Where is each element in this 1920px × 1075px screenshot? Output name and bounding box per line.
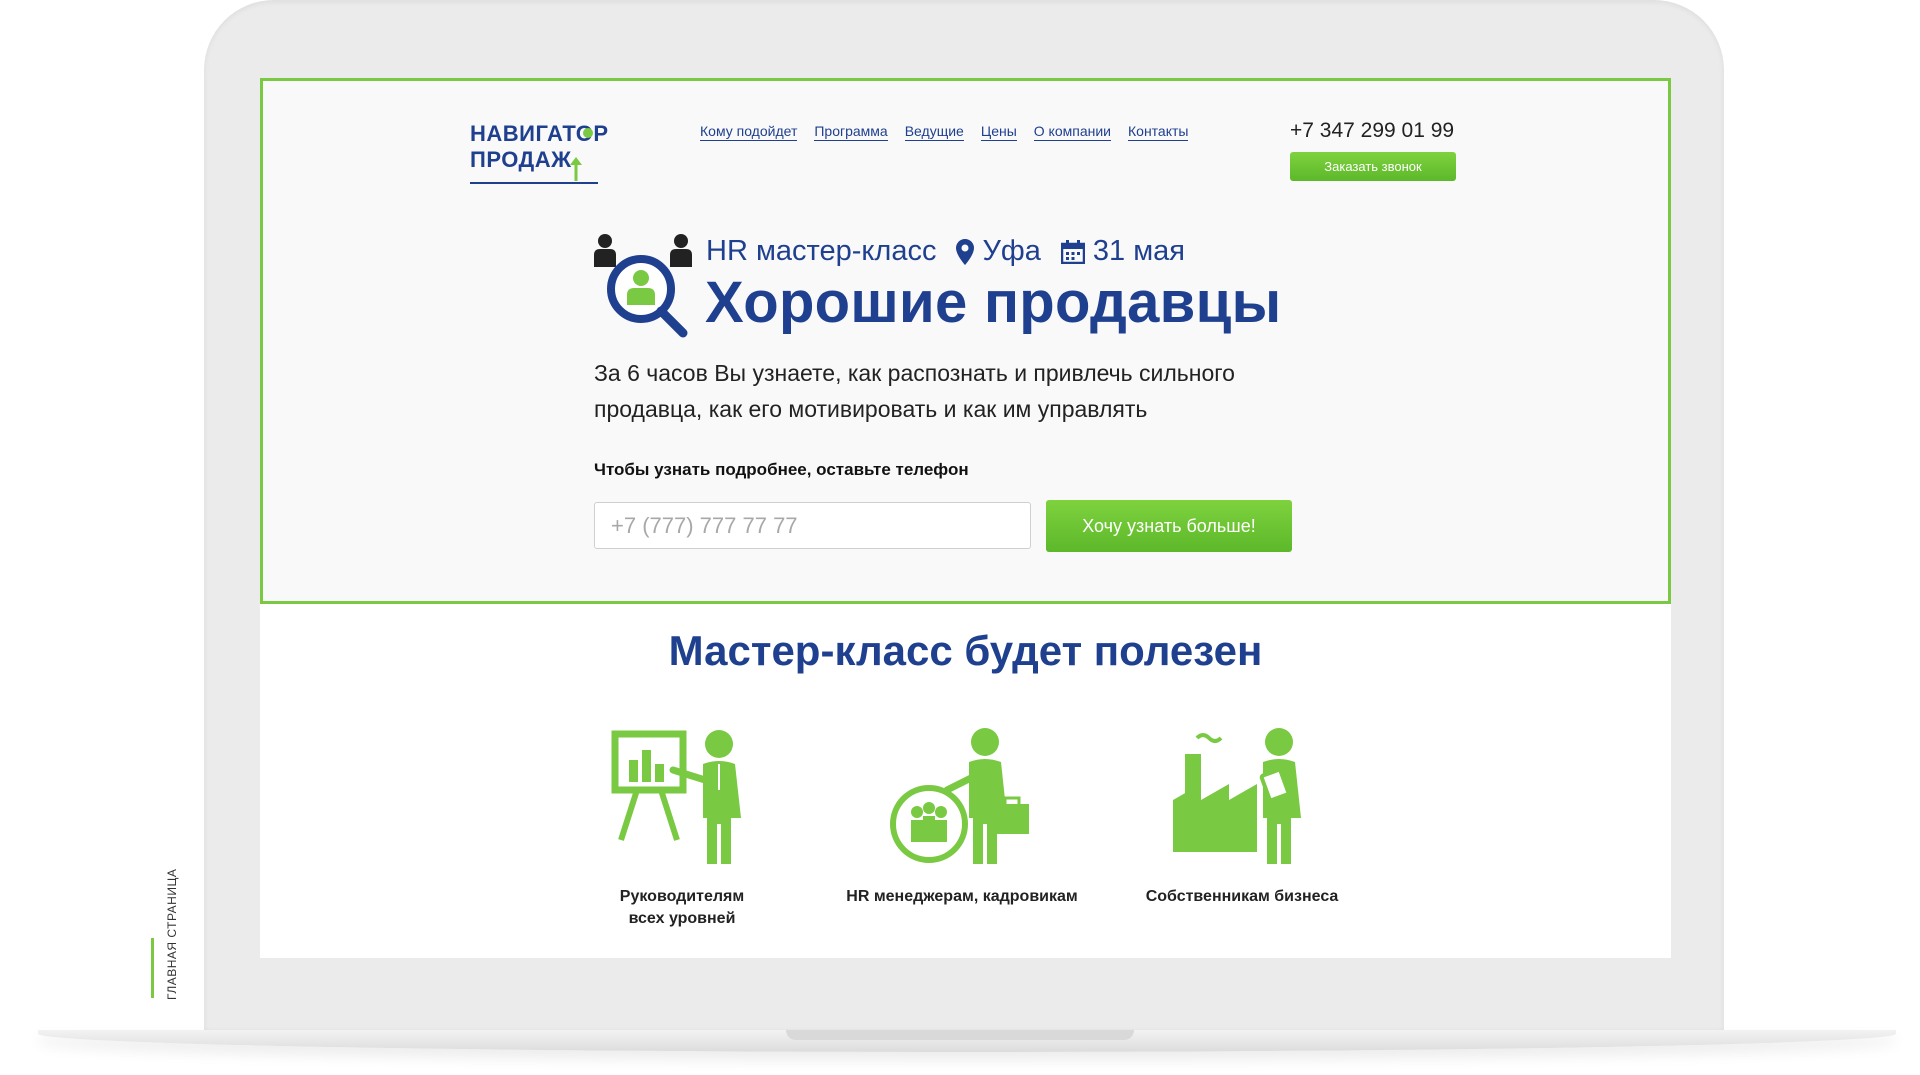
hero-section: НАВИГАТОР ПРОДАЖ Кому подойдет Программа… (260, 78, 1671, 604)
header-phone[interactable]: +7 347 299 01 99 (1290, 119, 1454, 143)
nav-link-audience[interactable]: Кому подойдет (700, 123, 798, 141)
audience-label-line-1: HR менеджерам, кадровикам (846, 888, 1078, 905)
audience-item-managers: Руководителям всех уровней (562, 728, 802, 930)
nav-link-program[interactable]: Программа (814, 123, 888, 141)
screen: НАВИГАТОР ПРОДАЖ Кому подойдет Программа… (260, 78, 1671, 958)
hr-search-icon (594, 234, 692, 338)
side-caption: ГЛАВНАЯ СТРАНИЦА (165, 868, 179, 1000)
page-title: Хорошие продавцы (705, 270, 1282, 335)
lead-form-label: Чтобы узнать подробнее, оставьте телефон (594, 460, 969, 479)
audience-label: Руководителям всех уровней (562, 886, 802, 930)
audience-item-owners: Собственникам бизнеса (1122, 728, 1362, 908)
event-date: 31 мая (1092, 235, 1185, 267)
event-meta: HR мастер-класс Уфа 31 мая (706, 235, 1185, 268)
audience-label-line-2: всех уровней (628, 910, 736, 927)
location-pin-icon (956, 238, 975, 265)
audience-label: Собственникам бизнеса (1122, 886, 1362, 908)
nav-link-about[interactable]: О компании (1033, 123, 1111, 141)
phone-input[interactable] (594, 502, 1031, 549)
main-nav: Кому подойдет Программа Ведущие Цены О к… (700, 123, 1189, 141)
hero-subtitle: За 6 часов Вы узнаете, как распознать и … (594, 360, 1235, 422)
factory-owner-icon (1173, 728, 1301, 864)
callback-button[interactable]: Заказать звонок (1290, 152, 1456, 181)
logo[interactable]: НАВИГАТОР ПРОДАЖ (470, 117, 608, 187)
presenter-icon (611, 730, 741, 864)
audience-label-line-1: Собственникам бизнеса (1145, 888, 1339, 905)
audience-label: HR менеджерам, кадровикам (842, 886, 1082, 908)
laptop-notch (786, 1030, 1134, 1040)
event-city: Уфа (982, 235, 1041, 267)
hr-manager-icon (890, 728, 1029, 864)
calendar-icon (1060, 239, 1085, 264)
audience-title: Мастер-класс будет полезен (668, 627, 1263, 674)
learn-more-button[interactable]: Хочу узнать больше! (1046, 500, 1292, 552)
nav-link-hosts[interactable]: Ведущие (904, 123, 964, 141)
audience-label-line-1: Руководителям (619, 888, 745, 905)
event-type: HR мастер-класс (706, 235, 937, 267)
nav-link-prices[interactable]: Цены (980, 123, 1017, 141)
audience-item-hr: HR менеджерам, кадровикам (842, 728, 1082, 908)
logo-graphic (470, 128, 598, 184)
nav-link-contacts[interactable]: Контакты (1128, 123, 1189, 141)
side-caption-line (151, 938, 154, 998)
